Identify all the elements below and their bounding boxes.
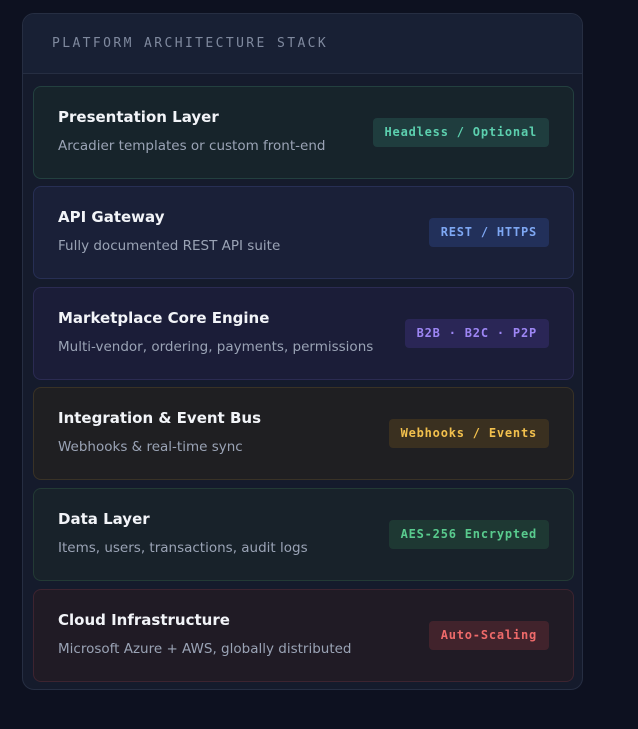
layer-badge: AES-256 Encrypted bbox=[388, 520, 549, 549]
layer-description: Webhooks & real-time sync bbox=[58, 439, 243, 455]
layer-description: Multi-vendor, ordering, payments, permis… bbox=[58, 339, 374, 355]
layer-data: Data Layer Items, users, transactions, a… bbox=[33, 488, 574, 581]
layer-description: Items, users, transactions, audit logs bbox=[58, 540, 308, 556]
layer-integration-bus: Integration & Event Bus Webhooks & real-… bbox=[33, 387, 574, 480]
layer-api-gateway: API Gateway Fully documented REST API su… bbox=[33, 186, 574, 279]
layer-badge: REST / HTTPS bbox=[428, 218, 549, 247]
layer-name: Integration & Event Bus bbox=[58, 409, 261, 427]
layer-badge: Auto-Scaling bbox=[428, 621, 549, 650]
layer-cloud-infrastructure: Cloud Infrastructure Microsoft Azure + A… bbox=[33, 589, 574, 682]
layer-name: Presentation Layer bbox=[58, 108, 219, 126]
layer-description: Arcadier templates or custom front-end bbox=[58, 138, 326, 154]
layer-description: Microsoft Azure + AWS, globally distribu… bbox=[58, 641, 352, 657]
layer-name: Cloud Infrastructure bbox=[58, 611, 230, 629]
layer-badge: B2B · B2C · P2P bbox=[404, 319, 549, 348]
layer-badge: Webhooks / Events bbox=[388, 419, 549, 448]
panel-title: PLATFORM ARCHITECTURE STACK bbox=[52, 36, 329, 51]
layer-name: Marketplace Core Engine bbox=[58, 309, 270, 327]
layer-description: Fully documented REST API suite bbox=[58, 238, 281, 254]
layer-badge: Headless / Optional bbox=[372, 118, 549, 147]
panel-header: PLATFORM ARCHITECTURE STACK bbox=[23, 14, 582, 74]
layer-core-engine: Marketplace Core Engine Multi-vendor, or… bbox=[33, 287, 574, 380]
layer-name: Data Layer bbox=[58, 510, 150, 528]
layer-presentation: Presentation Layer Arcadier templates or… bbox=[33, 86, 574, 179]
architecture-panel: PLATFORM ARCHITECTURE STACK Presentation… bbox=[22, 13, 583, 690]
layer-name: API Gateway bbox=[58, 208, 165, 226]
